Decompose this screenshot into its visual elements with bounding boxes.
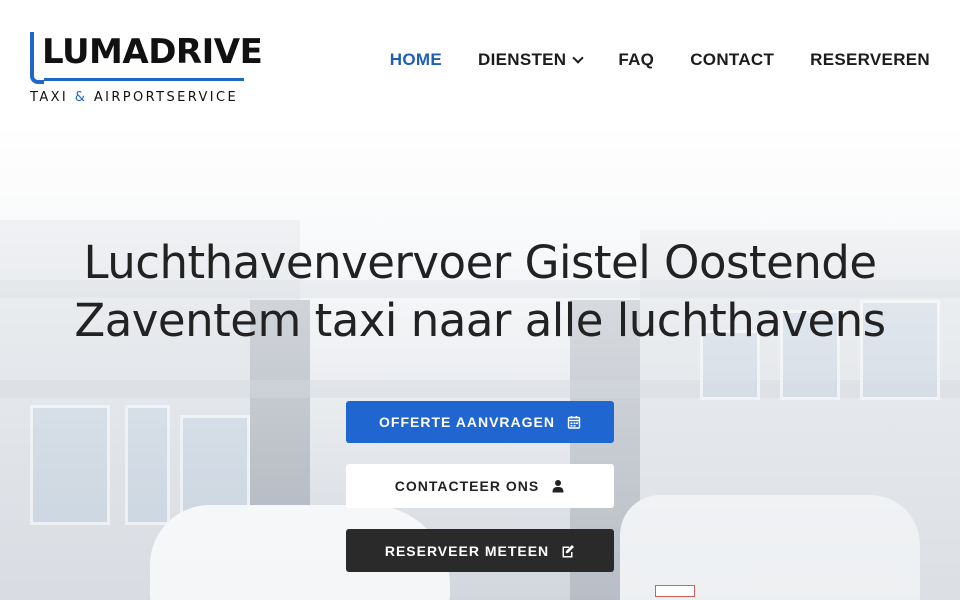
contact-us-label: CONTACTEER ONS [394,478,540,494]
chevron-down-icon [572,52,585,64]
nav-item-faq[interactable]: FAQ [618,50,654,70]
user-icon [552,480,564,493]
contact-us-button[interactable]: CONTACTEER ONS [346,464,614,508]
hero-section: Luchthavenvervoer Gistel Oostende Zavent… [0,130,960,600]
nav-item-contact-label: CONTACT [690,50,775,69]
logo-name: LUMADRIVE [42,32,263,72]
logo-tagline-part2: AIRPORTSERVICE [93,90,239,105]
request-quote-label: OFFERTE AANVRAGEN [379,414,555,430]
nav-item-home[interactable]: HOME [390,50,442,70]
calendar-icon [567,416,581,429]
logo-tagline: TAXI & AIRPORTSERVICE [30,90,238,105]
nav-item-diensten[interactable]: DIENSTEN [478,50,585,70]
book-now-label: RESERVEER METEEN [384,542,550,559]
nav-item-diensten-label: DIENSTEN [478,50,567,69]
hero-title: Luchthavenvervoer Gistel Oostende Zavent… [0,234,960,350]
hero-title-line2: Zaventem taxi naar alle luchthavens [74,294,886,347]
edit-icon [562,544,575,557]
request-quote-button[interactable]: OFFERTE AANVRAGEN [346,401,614,443]
main-nav: HOME DIENSTEN FAQ CONTACT RESERVEREN [390,50,930,70]
logo-tagline-part1: TAXI [30,90,69,105]
nav-item-home-label: HOME [389,50,442,69]
logo-tagline-amp: & [74,90,88,105]
hero-title-line1: Luchthavenvervoer Gistel Oostende [83,236,877,289]
site-header: LUMADRIVE TAXI & AIRPORTSERVICE HOME DIE… [0,0,960,130]
nav-item-reserveren-label: RESERVEREN [810,50,930,69]
nav-item-contact[interactable]: CONTACT [690,50,774,70]
nav-item-reserveren[interactable]: RESERVEREN [810,50,930,70]
nav-item-faq-label: FAQ [618,50,655,69]
logo-underline [44,78,244,81]
brand-logo[interactable]: LUMADRIVE TAXI & AIRPORTSERVICE [30,30,263,110]
book-now-button[interactable]: RESERVEER METEEN [346,529,614,572]
